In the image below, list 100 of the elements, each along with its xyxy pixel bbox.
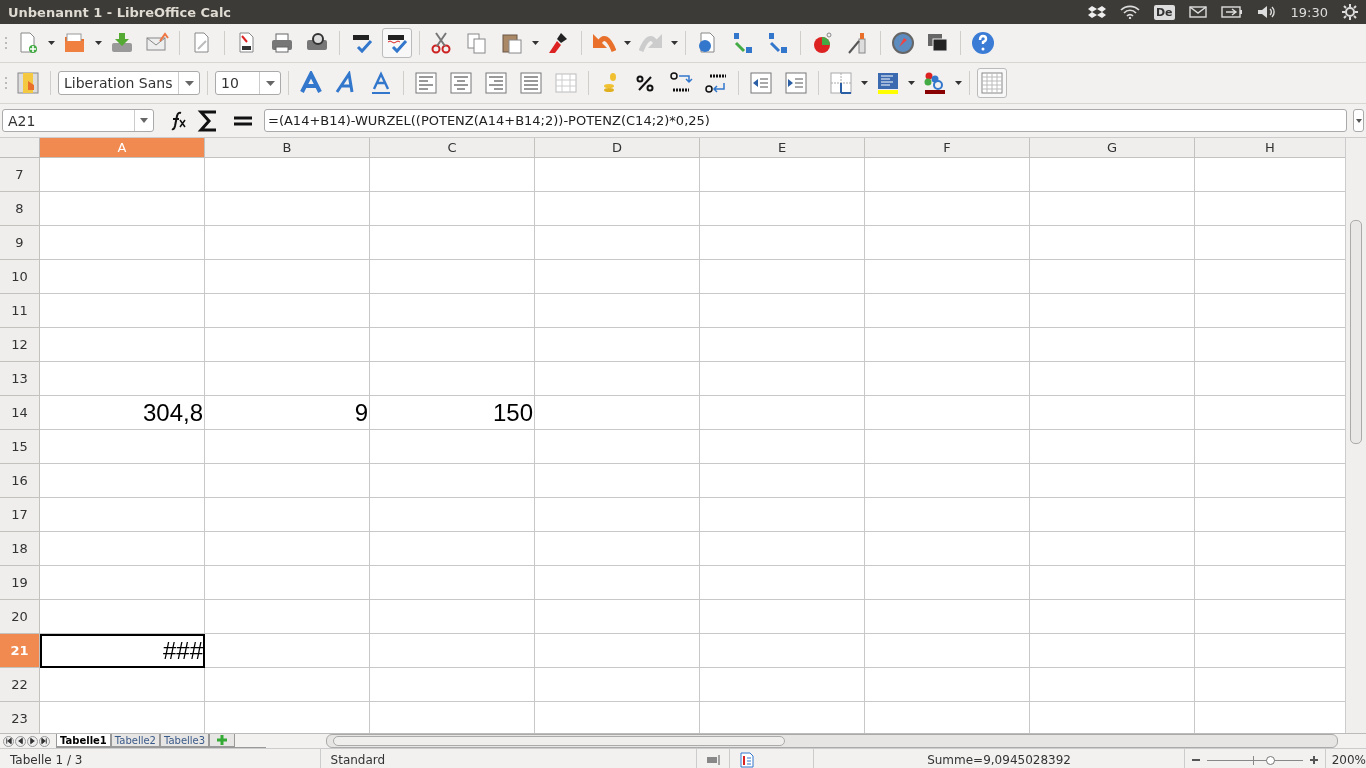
font-size-field[interactable]: 10: [215, 71, 281, 95]
gear-icon[interactable]: [1342, 4, 1358, 20]
sheet-last-icon: [40, 736, 49, 746]
underline-outline-letter-icon: [369, 71, 393, 95]
row-header[interactable]: 22: [0, 668, 40, 702]
justify-icon: [519, 71, 543, 95]
sheet-previous-button[interactable]: [15, 735, 26, 747]
toolbar-grip-icon[interactable]: [4, 76, 8, 90]
sheet-tab[interactable]: Tabelle2: [110, 734, 160, 747]
row-header[interactable]: 20: [0, 600, 40, 634]
increase-indent-icon: [784, 71, 808, 95]
table-cell-text: 150: [491, 398, 534, 428]
caret-icon: [140, 118, 148, 123]
formula-input[interactable]: =(A14+B14)-WURZEL((POTENZ(A14+B14;2))-POTENZ(C14;2)*0,25): [264, 109, 1347, 132]
caret-icon: [1355, 118, 1362, 123]
sheet-next-button[interactable]: [27, 735, 38, 747]
bold-outline-letter-icon: [299, 71, 323, 95]
wifi-icon[interactable]: [1119, 5, 1140, 19]
align-left-icon: [414, 71, 438, 95]
expand-button[interactable]: [1353, 109, 1364, 132]
row-header[interactable]: 23: [0, 702, 40, 733]
column-header[interactable]: D: [535, 138, 700, 158]
caret-icon[interactable]: [95, 41, 102, 45]
align-center-icon: [449, 71, 473, 95]
plus-icon: [216, 734, 229, 746]
row-header[interactable]: 9: [0, 226, 40, 260]
highlight-color-icon: [876, 71, 900, 95]
decrease-indent-icon: [749, 71, 773, 95]
horizontal-scrollbar[interactable]: [326, 734, 1338, 748]
row-header[interactable]: 17: [0, 498, 40, 532]
compass-icon: [891, 31, 915, 55]
column-header[interactable]: H: [1195, 138, 1345, 158]
row-header[interactable]: 15: [0, 430, 40, 464]
active-cell[interactable]: ###: [40, 634, 205, 668]
column-header[interactable]: C: [370, 138, 535, 158]
font-color-icon: [923, 71, 947, 95]
row-header[interactable]: 12: [0, 328, 40, 362]
sheet-first-icon: [4, 736, 13, 746]
name-box[interactable]: A21: [2, 109, 154, 132]
clock-time[interactable]: 19:30: [1290, 4, 1328, 20]
table-cell-text: 9: [353, 398, 369, 428]
zoom-in-icon[interactable]: [1308, 755, 1319, 765]
add-sheet-button[interactable]: [209, 734, 236, 747]
sheet-first-button[interactable]: [3, 735, 14, 747]
mail-icon[interactable]: [1188, 6, 1207, 18]
row-header[interactable]: 19: [0, 566, 40, 600]
download-icon: [110, 31, 134, 55]
row-header[interactable]: 13: [0, 362, 40, 396]
column-header[interactable]: G: [1030, 138, 1195, 158]
sheet-next-icon: [28, 736, 37, 746]
row-header[interactable]: 18: [0, 532, 40, 566]
column-header[interactable]: E: [700, 138, 865, 158]
table-cell-text: 304,8: [141, 398, 204, 428]
row-header[interactable]: 11: [0, 294, 40, 328]
speaker-icon[interactable]: [1256, 5, 1277, 19]
caret-icon[interactable]: [532, 41, 539, 45]
row-header[interactable]: 16: [0, 464, 40, 498]
clipboard-icon: [500, 31, 524, 55]
sum-readout: Summe=9,0945028392: [814, 749, 1185, 768]
undo-icon: [592, 31, 616, 55]
help-icon: [971, 31, 995, 55]
toolbar-grip-icon[interactable]: [4, 36, 8, 50]
printer-icon: [270, 31, 294, 55]
add-decimal-icon: [669, 71, 693, 95]
caret-icon[interactable]: [955, 81, 962, 85]
sheet-previous-icon: [16, 736, 25, 746]
auto-spellcheck-button[interactable]: [382, 28, 412, 58]
caret-icon[interactable]: [624, 41, 631, 45]
sheet-tab[interactable]: Tabelle1: [56, 734, 111, 747]
merge-cells-icon: [554, 71, 578, 95]
caret-icon: [265, 80, 275, 86]
sidebar-panel-icon: [980, 71, 1004, 95]
caret-icon[interactable]: [48, 41, 55, 45]
pointer-hand-icon: [16, 71, 40, 95]
window-title: Unbenannt 1 - LibreOffice Calc: [8, 4, 232, 20]
row-header[interactable]: 14: [0, 396, 40, 430]
document-signature-icon: [739, 752, 754, 768]
caret-icon[interactable]: [908, 81, 915, 85]
align-right-icon: [484, 71, 508, 95]
battery-icon[interactable]: [1220, 6, 1243, 18]
page-style-label: Standard: [320, 749, 697, 768]
sheet-last-button[interactable]: [39, 735, 50, 747]
sheet-tab[interactable]: Tabelle3: [160, 734, 210, 747]
row-header[interactable]: 10: [0, 260, 40, 294]
folder-icon: [63, 31, 87, 55]
insert-mode-icon: [706, 755, 721, 765]
borders-icon: [829, 71, 853, 95]
caret-icon[interactable]: [861, 81, 868, 85]
sheet-indicator: Tabelle 1 / 3: [0, 749, 321, 768]
caret-icon[interactable]: [671, 41, 678, 45]
caret-icon: [184, 80, 194, 86]
font-name-field[interactable]: Liberation Sans: [58, 71, 200, 95]
column-header[interactable]: B: [205, 138, 370, 158]
row-header[interactable]: 8: [0, 192, 40, 226]
row-header[interactable]: 7: [0, 158, 40, 192]
column-header[interactable]: F: [865, 138, 1030, 158]
keyboard-layout-indicator[interactable]: De: [1153, 4, 1175, 20]
zoom-percentage[interactable]: 200%: [1325, 753, 1366, 767]
dropbox-icon[interactable]: [1087, 5, 1106, 19]
pie-chart-icon: [811, 31, 835, 55]
